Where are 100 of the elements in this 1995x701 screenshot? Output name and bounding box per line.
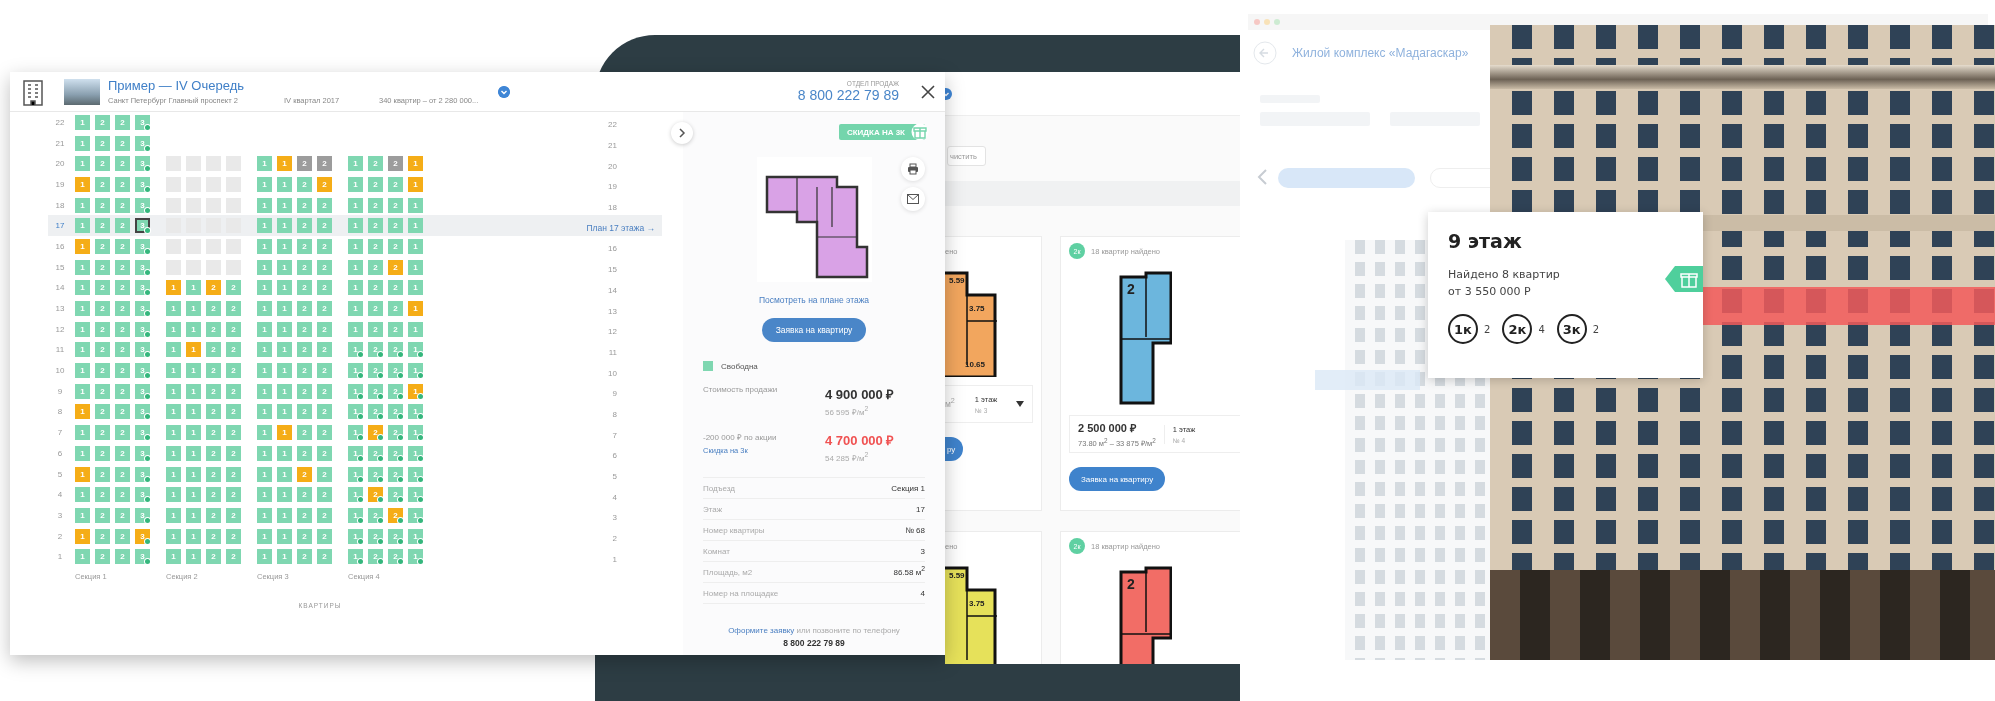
apartment-cell[interactable]: 1 [186, 549, 201, 565]
apartment-cell[interactable]: 2 [95, 176, 110, 192]
apartment-cell[interactable]: 1 [348, 549, 363, 565]
apartment-cell[interactable]: 1 [257, 445, 272, 461]
apartment-cell[interactable]: 2 [226, 321, 241, 337]
room-type-chip[interactable]: 3к [1556, 314, 1587, 344]
apartment-cell[interactable]: 2 [95, 238, 110, 254]
apartment-cell[interactable]: 3 [135, 301, 150, 317]
apartment-cell[interactable]: 2 [95, 425, 110, 441]
apartment-cell[interactable]: 1 [277, 383, 292, 399]
apartment-cell[interactable]: 1 [277, 301, 292, 317]
apartment-cell[interactable]: 2 [388, 280, 403, 296]
apartment-cell[interactable]: 1 [166, 425, 181, 441]
apartment-cell[interactable]: 1 [75, 135, 90, 151]
apartment-cell[interactable]: 3 [135, 197, 150, 213]
apartment-cell[interactable]: 2 [115, 425, 130, 441]
apartment-cell[interactable]: 1 [348, 301, 363, 317]
apartment-cell[interactable]: 2 [206, 321, 221, 337]
apartment-cell[interactable]: 1 [75, 487, 90, 503]
booked-apartment-cell[interactable]: 2 [388, 259, 403, 275]
apartment-cell[interactable]: 2 [297, 404, 312, 420]
apartment-cell[interactable]: 2 [226, 342, 241, 358]
apartment-cell[interactable]: 1 [348, 321, 363, 337]
apartment-cell[interactable]: 1 [408, 238, 423, 254]
floor-highlight[interactable] [1703, 287, 1995, 325]
apartment-cell[interactable]: 2 [368, 321, 383, 337]
apartment-cell[interactable]: 1 [257, 156, 272, 172]
booked-apartment-cell[interactable]: 2 [368, 425, 383, 441]
apartment-cell[interactable]: 2 [317, 383, 332, 399]
close-icon[interactable] [921, 84, 935, 99]
apartment-cell[interactable]: 2 [388, 301, 403, 317]
apartment-cell[interactable]: 3 [135, 342, 150, 358]
booked-apartment-cell[interactable]: 1 [75, 404, 90, 420]
apartment-cell[interactable]: 1 [186, 363, 201, 379]
apartment-cell[interactable]: 2 [388, 425, 403, 441]
dropdown-icon[interactable] [498, 85, 510, 98]
apartment-cell[interactable]: 3 [135, 549, 150, 565]
apartment-cell[interactable]: 1 [277, 342, 292, 358]
apartment-cell[interactable]: 2 [388, 218, 403, 234]
apartment-cell[interactable]: 2 [226, 445, 241, 461]
apartment-cell[interactable]: 2 [95, 156, 110, 172]
apartment-cell[interactable]: 2 [95, 280, 110, 296]
apartment-cell[interactable]: 1 [257, 197, 272, 213]
apartment-cell[interactable]: 2 [388, 342, 403, 358]
apartment-cell[interactable]: 2 [297, 197, 312, 213]
apartment-cell[interactable]: 1 [277, 404, 292, 420]
apartment-cell[interactable]: 3 [135, 507, 150, 523]
apartment-cell[interactable]: 2 [115, 321, 130, 337]
back-icon[interactable] [1253, 41, 1277, 65]
apartment-cell[interactable]: 1 [348, 363, 363, 379]
apartment-cell[interactable]: 1 [186, 404, 201, 420]
apartment-cell[interactable]: 2 [368, 445, 383, 461]
apartment-cell[interactable]: 2 [95, 114, 110, 130]
apartment-cell[interactable]: 1 [186, 487, 201, 503]
apartment-cell[interactable]: 2 [206, 425, 221, 441]
apartment-cell[interactable]: 2 [368, 507, 383, 523]
blurred-button[interactable] [1278, 168, 1415, 188]
apartment-cell[interactable]: 3 [135, 135, 150, 151]
apartment-cell[interactable]: 1 [348, 342, 363, 358]
apartment-cell[interactable]: 2 [206, 466, 221, 482]
apartment-cell[interactable]: 2 [95, 507, 110, 523]
apartment-cell[interactable]: 1 [277, 176, 292, 192]
apartment-cell[interactable]: 3 [135, 114, 150, 130]
apartment-cell[interactable]: 2 [115, 342, 130, 358]
booked-apartment-cell[interactable]: 2 [388, 507, 403, 523]
apartment-cell[interactable]: 2 [115, 197, 130, 213]
request-button[interactable]: Заявка на квартиру [761, 318, 867, 342]
apartment-cell[interactable]: 3 [135, 176, 150, 192]
apartment-cell[interactable]: 1 [277, 528, 292, 544]
apartment-cell[interactable]: 2 [206, 549, 221, 565]
apartment-cell[interactable]: 1 [348, 425, 363, 441]
apartment-cell[interactable]: 1 [257, 404, 272, 420]
apartment-cell[interactable]: 2 [368, 383, 383, 399]
apartment-cell[interactable]: 2 [368, 528, 383, 544]
request-link[interactable]: Оформите заявку [728, 626, 795, 635]
apartment-cell[interactable]: 2 [317, 238, 332, 254]
apartment-cell[interactable]: 1 [166, 487, 181, 503]
booked-apartment-cell[interactable]: 1 [166, 280, 181, 296]
apartment-cell[interactable]: 2 [297, 280, 312, 296]
apartment-cell[interactable]: 1 [257, 176, 272, 192]
apartment-cell[interactable]: 2 [317, 342, 332, 358]
apartment-cell[interactable]: 2 [388, 404, 403, 420]
apartment-cell[interactable]: 3 [135, 363, 150, 379]
booked-apartment-cell[interactable]: 1 [186, 342, 201, 358]
apartment-cell[interactable]: 2 [297, 176, 312, 192]
floor-plan-link[interactable]: План 17 этажа → [586, 222, 655, 233]
apartment-cell[interactable]: 1 [166, 466, 181, 482]
apartment-cell[interactable]: 1 [166, 383, 181, 399]
apartment-cell[interactable]: 1 [186, 466, 201, 482]
apartment-cell[interactable]: 2 [206, 383, 221, 399]
apartment-cell[interactable]: 3 [135, 280, 150, 296]
apartment-cell[interactable]: 1 [348, 238, 363, 254]
apartment-cell[interactable]: 1 [257, 363, 272, 379]
apartment-cell[interactable]: 1 [348, 507, 363, 523]
apartment-cell[interactable]: 1 [277, 259, 292, 275]
apartment-cell[interactable]: 2 [206, 342, 221, 358]
apartment-cell[interactable]: 3 [135, 321, 150, 337]
apartment-cell[interactable]: 2 [317, 321, 332, 337]
apartment-cell[interactable]: 1 [186, 280, 201, 296]
booked-apartment-cell[interactable]: 2 [317, 176, 332, 192]
